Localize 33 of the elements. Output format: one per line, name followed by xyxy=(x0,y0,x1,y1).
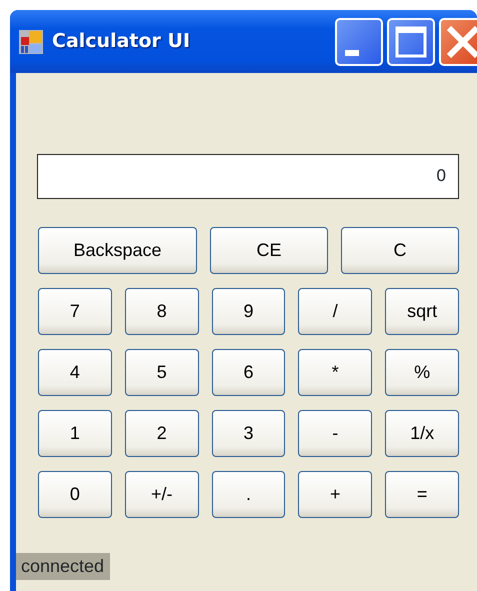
calculator-key[interactable]: 2 xyxy=(124,410,199,457)
status-text: connected xyxy=(16,553,110,580)
calculator-key[interactable]: = xyxy=(385,471,459,518)
minimize-button[interactable] xyxy=(335,18,383,66)
calculator-key[interactable]: C xyxy=(341,227,459,274)
calculator-key[interactable]: - xyxy=(298,410,372,457)
calculator-key[interactable]: 4 xyxy=(38,349,112,396)
calculator-key[interactable]: Backspace xyxy=(38,227,197,274)
calculator-key[interactable]: 9 xyxy=(212,288,286,335)
calculator-key[interactable]: 6 xyxy=(212,349,286,396)
calculator-key[interactable]: +/- xyxy=(124,471,199,518)
calculator-key[interactable]: 8 xyxy=(124,288,199,335)
calculator-key[interactable]: 7 xyxy=(38,288,112,335)
display-field[interactable]: 0 xyxy=(37,154,459,199)
calculator-key[interactable]: + xyxy=(298,471,372,518)
calculator-key[interactable]: CE xyxy=(210,227,328,274)
calculator-key[interactable]: sqrt xyxy=(385,288,459,335)
app-icon xyxy=(18,28,44,54)
maximize-icon xyxy=(394,24,428,58)
maximize-button[interactable] xyxy=(387,18,435,66)
calculator-key[interactable]: 0 xyxy=(38,471,112,518)
close-icon xyxy=(445,24,477,60)
close-button[interactable] xyxy=(439,18,477,66)
calculator-key[interactable]: / xyxy=(298,288,372,335)
calculator-key[interactable]: . xyxy=(212,471,286,518)
minimize-icon xyxy=(345,50,359,56)
window-title: Calculator UI xyxy=(52,29,190,54)
calculator-key[interactable]: 1/x xyxy=(385,410,459,457)
calculator-key[interactable]: * xyxy=(298,349,372,396)
calculator-key[interactable]: 1 xyxy=(38,410,112,457)
calculator-key[interactable]: % xyxy=(385,349,459,396)
calculator-key[interactable]: 5 xyxy=(124,349,199,396)
calculator-key[interactable]: 3 xyxy=(212,410,286,457)
